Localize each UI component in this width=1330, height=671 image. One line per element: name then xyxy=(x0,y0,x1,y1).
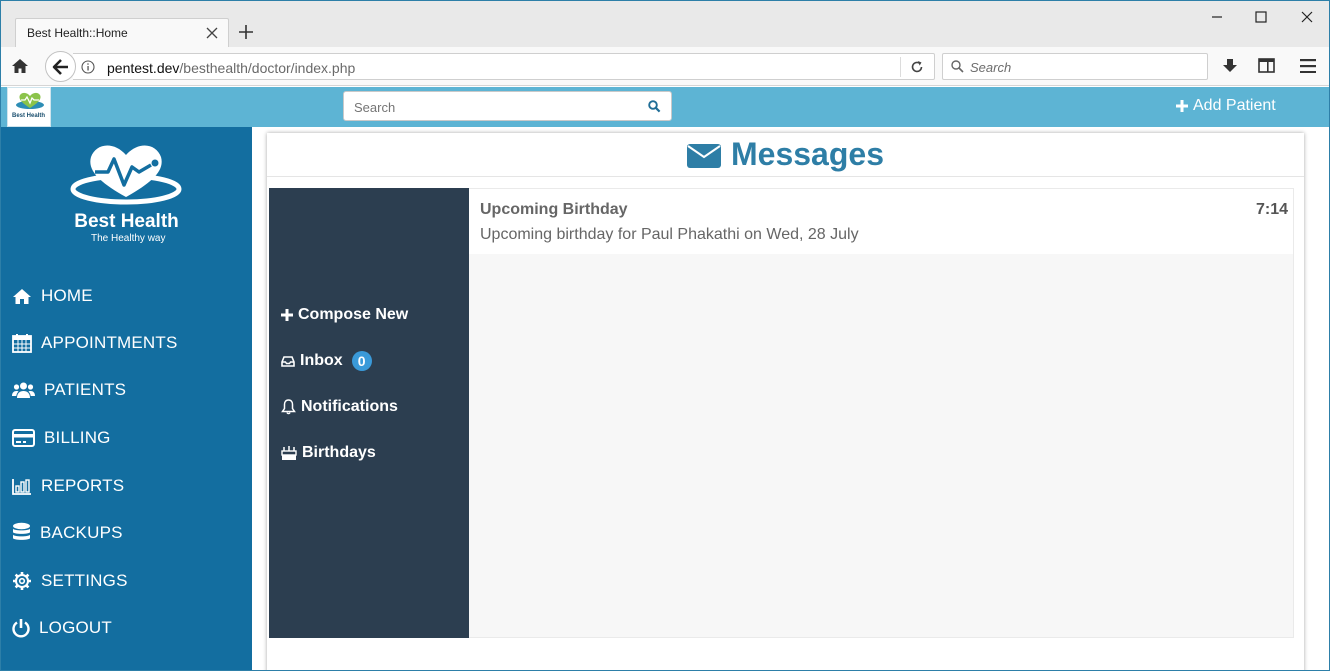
app-header: Best Health Add Patient xyxy=(1,87,1329,127)
logo-heart-icon xyxy=(16,92,44,109)
url-path: /besthealth/doctor/index.php xyxy=(179,60,356,76)
minimize-icon[interactable] xyxy=(1210,10,1224,24)
browser-window: Best Health::Home pentest.dev/besthealth… xyxy=(0,0,1330,671)
sidebar-item-label: APPOINTMENTS xyxy=(41,333,178,352)
tab-strip: Best Health::Home xyxy=(1,1,1329,48)
message-folders: Compose New Inbox 0 Notifications Birthd… xyxy=(269,188,469,638)
browser-search-placeholder: Search xyxy=(970,60,1012,75)
search-icon xyxy=(951,60,964,73)
plus-icon xyxy=(1176,100,1188,112)
close-tab-icon[interactable] xyxy=(206,27,218,39)
brand-tagline: The Healthy way xyxy=(91,233,166,244)
messages-panel: Messages Compose New Inbox 0 Notificatio… xyxy=(267,133,1304,670)
home-button-icon[interactable] xyxy=(11,58,29,74)
folder-notifications-label: Notifications xyxy=(301,398,398,415)
sidebar-item-label: BILLING xyxy=(44,428,111,447)
main-content: Messages Compose New Inbox 0 Notificatio… xyxy=(252,127,1329,670)
sidebar-item-reports[interactable]: REPORTS xyxy=(12,473,124,499)
sidebar-item-label: LOGOUT xyxy=(39,618,112,637)
compose-new-label: Compose New xyxy=(298,306,409,323)
add-patient-label: Add Patient xyxy=(1193,97,1276,114)
plus-icon xyxy=(281,309,293,321)
sidebar-toggle-icon[interactable] xyxy=(1258,58,1275,73)
sidebar-item-label: PATIENTS xyxy=(44,380,127,399)
app-logo[interactable]: Best Health xyxy=(7,87,51,127)
url-host: pentest.dev xyxy=(107,60,180,76)
url-text[interactable]: pentest.dev/besthealth/doctor/index.php xyxy=(107,60,355,76)
sidebar-item-label: HOME xyxy=(41,286,93,305)
close-window-icon[interactable] xyxy=(1300,10,1314,24)
sidebar-item-settings[interactable]: SETTINGS xyxy=(12,568,128,594)
bell-icon xyxy=(281,399,296,415)
sidebar-item-label: SETTINGS xyxy=(41,571,128,590)
sidebar-item-home[interactable]: HOME xyxy=(12,283,93,309)
download-icon[interactable] xyxy=(1222,58,1238,74)
folder-inbox-label: Inbox xyxy=(300,352,343,369)
inbox-count-badge: 0 xyxy=(351,351,372,371)
database-icon xyxy=(13,522,30,540)
reload-icon[interactable] xyxy=(910,60,924,74)
sidebar-item-logout[interactable]: LOGOUT xyxy=(12,615,112,641)
sidebar-item-appointments[interactable]: APPOINTMENTS xyxy=(12,330,178,356)
back-button[interactable] xyxy=(45,51,76,82)
message-subject: Upcoming Birthday xyxy=(480,201,628,218)
info-icon[interactable] xyxy=(81,60,95,74)
sidebar-item-label: BACKUPS xyxy=(40,523,123,542)
message-time: 7:14 xyxy=(1255,201,1288,218)
birthday-cake-icon xyxy=(281,446,297,460)
back-arrow-icon xyxy=(52,59,68,75)
hamburger-menu-icon[interactable] xyxy=(1300,59,1316,73)
users-icon xyxy=(12,382,35,398)
address-bar[interactable]: pentest.dev/besthealth/doctor/index.php xyxy=(73,53,935,80)
add-patient-button[interactable]: Add Patient xyxy=(1175,97,1276,115)
folder-birthdays-label: Birthdays xyxy=(302,444,376,461)
compose-new-button[interactable]: Compose New xyxy=(281,306,408,324)
browser-toolbar: pentest.dev/besthealth/doctor/index.php … xyxy=(1,47,1329,86)
message-list: Upcoming Birthday Upcoming birthday for … xyxy=(469,188,1294,638)
brand-logo-icon xyxy=(70,145,182,205)
app-search-box[interactable] xyxy=(343,91,672,121)
search-icon[interactable] xyxy=(648,100,661,113)
sidebar-item-patients[interactable]: PATIENTS xyxy=(12,377,126,403)
url-separator xyxy=(900,57,901,77)
folder-notifications[interactable]: Notifications xyxy=(281,398,398,416)
app-logo-text: Best Health xyxy=(12,113,46,119)
sidebar-item-backups[interactable]: BACKUPS xyxy=(12,520,123,546)
inbox-icon xyxy=(281,355,295,367)
gear-icon xyxy=(13,572,31,590)
envelope-icon xyxy=(687,143,721,168)
bar-chart-icon xyxy=(12,478,31,495)
tab-title: Best Health::Home xyxy=(27,26,128,40)
credit-card-icon xyxy=(12,429,35,447)
folder-birthdays[interactable]: Birthdays xyxy=(281,444,376,462)
browser-tab[interactable]: Best Health::Home xyxy=(15,18,229,48)
folder-inbox[interactable]: Inbox 0 xyxy=(281,351,372,371)
power-icon xyxy=(12,619,30,638)
browser-search-box[interactable]: Search xyxy=(942,53,1208,80)
message-preview: Upcoming birthday for Paul Phakathi on W… xyxy=(480,226,859,243)
maximize-icon[interactable] xyxy=(1254,10,1268,24)
calendar-icon xyxy=(12,334,32,353)
home-icon xyxy=(13,288,31,304)
sidebar-item-label: REPORTS xyxy=(41,476,125,495)
app-search-input[interactable] xyxy=(354,100,634,115)
sidebar-item-billing[interactable]: BILLING xyxy=(12,425,111,451)
brand-name: Best Health xyxy=(74,211,179,232)
sidebar: Best Health The Healthy way HOME APPOINT… xyxy=(1,127,252,670)
page-title: Messages xyxy=(731,136,884,172)
message-item[interactable]: Upcoming Birthday Upcoming birthday for … xyxy=(469,189,1293,254)
new-tab-icon[interactable] xyxy=(239,25,253,39)
messages-header: Messages xyxy=(267,133,1304,177)
